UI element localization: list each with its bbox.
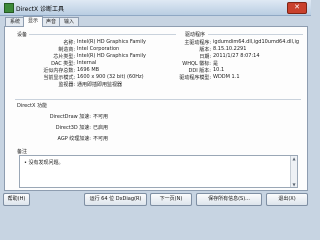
display-mode-label: 当前显示模式: [43, 75, 75, 81]
device-heading: 设备 [17, 32, 28, 38]
driver-heading: 驱动程序 [185, 32, 206, 38]
features-top-divider [15, 99, 301, 100]
tab-display[interactable]: 显示 [23, 16, 43, 27]
main-driver-value: igdumdim64.dll,igd10umd64.dll,ig [213, 39, 300, 45]
memory-value: 1696 MB [77, 67, 100, 73]
device-manufacturer-value: Intel Corporation [77, 46, 120, 52]
next-page-button[interactable]: 下一页(N) [150, 193, 192, 206]
display-mode-value: 1600 x 900 (32 bit) (60Hz) [77, 74, 144, 80]
monitor-label: 监视器: [58, 82, 75, 88]
display-panel: 设备 名称: Intel(R) HD Graphics Family 制造商: … [4, 26, 308, 191]
driver-divider [208, 34, 303, 35]
directx-features-heading: DirectX 功能 [17, 103, 47, 109]
title-bar: DirectX 诊断工具 ✕ [0, 0, 311, 16]
scroll-up-arrow-icon[interactable]: ▲ [291, 156, 297, 161]
directx-app-icon [4, 3, 14, 13]
notes-box[interactable]: • 没有发现问题。 ▲ ▼ [19, 155, 298, 188]
notes-scrollbar[interactable]: ▲ ▼ [290, 156, 297, 187]
save-all-info-button[interactable]: 保存所有信息(S)... [196, 193, 262, 206]
driver-date-value: 2011/1/27 8:07:14 [213, 53, 260, 59]
device-divider [29, 34, 176, 35]
main-driver-label: 主驱动程序: [184, 40, 211, 46]
memory-label: 近似内存总数: [43, 68, 75, 74]
agp-texture-value: 不可用 [93, 136, 109, 142]
directdraw-label: DirectDraw 加速: [49, 114, 91, 120]
tab-system[interactable]: 系统 [5, 17, 25, 26]
exit-button[interactable]: 退出(X) [266, 193, 308, 206]
ddi-version-label: DDI 版本: [188, 68, 211, 74]
help-button[interactable]: 帮助(H) [3, 193, 30, 206]
device-manufacturer-label: 制造商: [58, 47, 75, 53]
agp-texture-label: AGP 纹理加速: [57, 136, 92, 142]
chip-type-label: 芯片类型: [53, 54, 75, 60]
driver-version-value: 8.15.10.2291 [213, 46, 247, 52]
notes-item-text: 没有发现问题。 [28, 160, 64, 166]
monitor-value: 通用即插即用监视器 [77, 82, 123, 88]
tab-input[interactable]: 输入 [59, 17, 79, 26]
driver-version-label: 版本: [199, 47, 211, 53]
whql-value: 是 [213, 61, 219, 67]
driver-model-label: 驱动程序模型: [179, 75, 211, 81]
run-64bit-dxdiag-button[interactable]: 运行 64 位 DxDiag(R) [84, 193, 147, 206]
chip-type-value: Intel(R) HD Graphics Family [77, 53, 146, 59]
directdraw-value: 不可用 [93, 114, 109, 120]
notes-item: • 没有发现问题。 [24, 160, 64, 166]
dac-type-label: DAC 类型: [51, 61, 75, 67]
driver-model-value: WDDM 1.1 [213, 74, 240, 80]
scroll-down-arrow-icon[interactable]: ▼ [291, 182, 297, 187]
dac-type-value: Internal [77, 60, 97, 66]
close-button[interactable]: ✕ [287, 2, 307, 14]
tab-sound[interactable]: 声音 [41, 17, 61, 26]
window-title: DirectX 诊断工具 [16, 6, 64, 13]
driver-date-label: 日期: [199, 54, 211, 60]
whql-label: WHQL 徽标: [182, 61, 211, 67]
ddi-version-value: 10.1 [213, 67, 225, 73]
direct3d-value: 已启用 [93, 125, 109, 131]
device-name-value: Intel(R) HD Graphics Family [77, 39, 146, 45]
device-name-label: 名称: [63, 40, 75, 46]
notes-heading: 备注 [17, 149, 28, 155]
direct3d-label: Direct3D 加速: [55, 125, 91, 131]
